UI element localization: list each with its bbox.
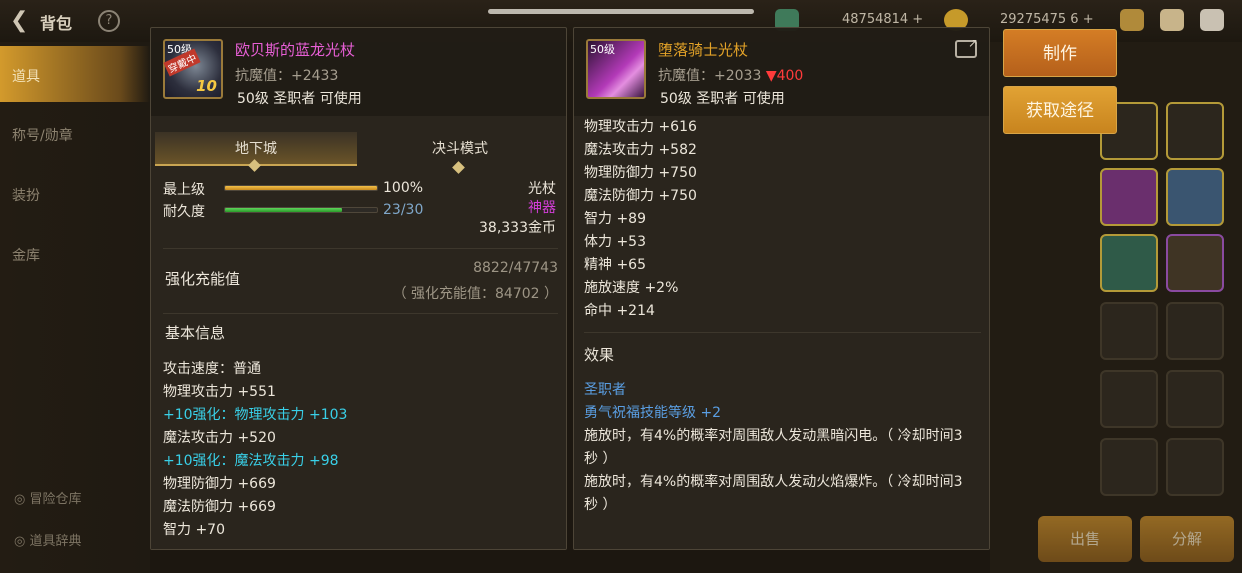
magic-resist: 抗魔值：+2433 (235, 68, 339, 84)
stat-line: 精神 +65 (584, 257, 646, 273)
item-price: 38,333金币 (479, 220, 556, 236)
item-name: 欧贝斯的蓝龙光杖 (235, 41, 356, 59)
inventory-slot[interactable] (1100, 438, 1158, 496)
equipped-weapon-icon: 50级 穿戴中 10 (163, 39, 223, 99)
stat-line: 魔法攻击力 +520 (163, 430, 276, 446)
inventory-slot[interactable] (1100, 168, 1158, 226)
requirement: 50级 圣职者 可使用 (237, 91, 362, 107)
tab-dungeon[interactable]: 地下城 (155, 132, 357, 172)
tab-duel-label: 决斗模式 (432, 141, 488, 157)
item-type: 光杖 (528, 181, 556, 197)
craft-button[interactable]: 制作 (1003, 29, 1117, 77)
equipped-item-tooltip: 50级 穿戴中 10 欧贝斯的蓝龙光杖 抗魔值：+2433 50级 圣职者 可使… (150, 27, 567, 550)
stat-line-enhance: +10强化：物理攻击力 +103 (163, 407, 348, 423)
inventory-slot[interactable] (1166, 302, 1224, 360)
acquire-source-button[interactable]: 获取途径 (1003, 86, 1117, 134)
currency-1[interactable]: 48754814 + (842, 12, 923, 27)
stat-line: 智力 +70 (163, 522, 225, 538)
sidebar-item-vault[interactable]: 金库 (12, 245, 40, 265)
back-arrow-icon[interactable]: ❮ (10, 8, 28, 33)
effect-class: 圣职者 (584, 382, 626, 398)
max-level-bar (224, 185, 378, 191)
stat-line: 体力 +53 (584, 234, 646, 250)
max-level-label: 最上级 (163, 182, 205, 198)
effect-line: 施放时，有4%的概率对周围敌人发动黑暗闪电。（ 冷却时间3 (584, 428, 963, 444)
durability-bar (224, 207, 378, 213)
durability-label: 耐久度 (163, 204, 205, 220)
magic-resist-value: 抗魔值：+2033 (658, 68, 762, 84)
stat-line: 魔法攻击力 +582 (584, 142, 697, 158)
stat-line: 施放速度 +2% (584, 280, 679, 296)
stat-line: 物理防御力 +750 (584, 165, 697, 181)
inventory-slot[interactable] (1166, 438, 1224, 496)
share-icon[interactable]: ↗ (955, 36, 978, 58)
magic-resist-diff: ▼400 (765, 68, 804, 84)
charge-label: 强化充能值 (165, 270, 241, 288)
level-badge: 50级 (590, 43, 615, 56)
stat-line-enhance: +10强化：魔法攻击力 +98 (163, 453, 339, 469)
stat-line: 物理防御力 +669 (163, 476, 276, 492)
stat-line: 魔法防御力 +750 (584, 188, 697, 204)
enhance-level: 10 (196, 77, 217, 95)
mode-tabs: 地下城 决斗模式 (155, 132, 564, 174)
charge-sub: （ 强化充能值：84702 ） (392, 286, 558, 302)
compare-weapon-icon: 50级 (586, 39, 646, 99)
item-dictionary-link[interactable]: ◎ 道具辞典 (14, 530, 82, 549)
adventure-storage-link[interactable]: ◎ 冒险仓库 (14, 488, 82, 507)
inventory-slot[interactable] (1166, 370, 1224, 428)
requirement: 50级 圣职者 可使用 (660, 91, 785, 107)
stat-line: 攻击速度：普通 (163, 361, 261, 377)
stat-line: 物理攻击力 +551 (163, 384, 276, 400)
inventory-slot[interactable] (1100, 234, 1158, 292)
shop-icon[interactable] (1120, 9, 1144, 31)
inventory-slot[interactable] (1166, 168, 1224, 226)
bag-title: 背包 (40, 14, 73, 33)
effect-skill: 勇气祝福技能等级 +2 (584, 405, 722, 421)
item-name: 堕落骑士光杖 (658, 41, 749, 59)
max-level-value: 100% (383, 180, 424, 196)
inventory-slot[interactable] (1100, 302, 1158, 360)
sell-button[interactable]: 出售 (1038, 516, 1132, 562)
sidebar-item-avatar[interactable]: 装扮 (12, 185, 40, 205)
currency-2[interactable]: 29275475 6 + (1000, 12, 1094, 27)
inventory-slot[interactable] (1100, 370, 1158, 428)
magic-resist: 抗魔值：+2033 ▼400 (658, 65, 803, 85)
effect-line: 秒 ） (584, 451, 617, 467)
stat-line: 智力 +89 (584, 211, 646, 227)
basic-info-title: 基本信息 (165, 324, 226, 342)
stat-line: 魔法防御力 +669 (163, 499, 276, 515)
inventory-slot[interactable] (1166, 102, 1224, 160)
durability-value: 23/30 (383, 202, 424, 218)
help-icon[interactable]: ? (98, 10, 120, 32)
max-level-bar-fill (225, 186, 377, 190)
mail-icon[interactable] (1160, 9, 1184, 31)
charge-value: 8822/47743 (473, 260, 558, 276)
item-dictionary-label: 道具辞典 (29, 534, 82, 549)
divider (163, 248, 558, 249)
effect-line: 秒 ） (584, 497, 617, 513)
chat-icon[interactable] (1200, 9, 1224, 31)
disassemble-button[interactable]: 分解 (1140, 516, 1234, 562)
stat-line: 物理攻击力 +616 (584, 119, 697, 135)
effect-title: 效果 (584, 346, 615, 364)
durability-bar-fill (225, 208, 342, 212)
tab-dungeon-label: 地下城 (235, 141, 277, 157)
divider (163, 313, 558, 314)
divider (584, 332, 981, 333)
home-indicator (488, 9, 754, 14)
item-rarity: 神器 (528, 200, 556, 216)
effect-line: 施放时，有4%的概率对周围敌人发动火焰爆炸。（ 冷却时间3 (584, 474, 963, 490)
stat-line: 命中 +214 (584, 303, 655, 319)
sidebar-item-items[interactable]: 道具 (12, 66, 40, 86)
adventure-storage-label: 冒险仓库 (29, 492, 82, 507)
sidebar-item-titles[interactable]: 称号/勋章 (12, 125, 73, 145)
inventory-slot[interactable] (1166, 234, 1224, 292)
tab-duel[interactable]: 决斗模式 (359, 132, 561, 174)
compare-item-tooltip: 50级 堕落骑士光杖 抗魔值：+2033 ▼400 50级 圣职者 可使用 ↗ … (573, 27, 990, 550)
